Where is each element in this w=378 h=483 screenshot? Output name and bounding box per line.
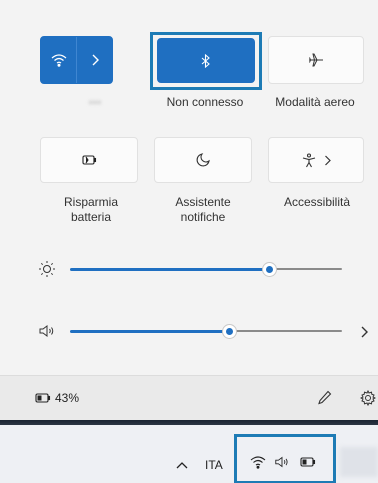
brightness-thumb[interactable] [262,262,277,277]
airplane-label: Modalità aereo [275,95,355,109]
battery-icon[interactable] [35,393,51,403]
volume-output-chevron-icon[interactable] [360,326,368,338]
airplane-icon [308,52,324,68]
accessibility-tile[interactable] [268,137,364,183]
volume-track-empty [230,330,342,332]
battery-saver-label: Risparmia batteria [63,195,118,224]
wifi-toggle[interactable] [41,37,76,83]
accessibility-icon [302,152,316,168]
wifi-icon [250,455,266,469]
clock-blurred[interactable] [340,447,378,477]
accessibility-label: Accessibilità [283,195,351,209]
system-tray-button[interactable] [244,451,328,475]
focus-assist-label: Assistente notifiche [175,195,231,224]
moon-icon [196,153,210,167]
brightness-track-filled [70,268,270,271]
chevron-right-icon [324,155,331,166]
battery-saver-tile[interactable] [40,137,138,183]
gear-icon[interactable] [360,390,376,406]
quick-settings-footer: 43% [0,375,378,420]
wifi-tile[interactable] [40,36,113,84]
volume-thumb[interactable] [222,324,237,339]
brightness-slider[interactable] [0,258,378,282]
airplane-tile[interactable] [268,36,364,84]
focus-assist-tile[interactable] [154,137,252,183]
speaker-icon[interactable] [38,322,56,340]
brightness-icon [38,260,56,278]
brightness-track-empty [270,268,342,270]
chevron-up-icon[interactable] [176,461,188,469]
volume-slider[interactable] [0,320,378,344]
battery-icon [300,457,316,467]
quick-settings-panel: ▪▪▪ Non connesso Modalità aereo Risparmi… [0,0,378,420]
bluetooth-tile[interactable] [157,38,255,83]
battery-percentage: 43% [55,391,80,405]
speaker-icon [274,454,290,470]
battery-saver-icon [81,155,97,165]
wifi-icon [51,53,67,67]
volume-track-filled [70,330,230,333]
taskbar: ITA [0,425,378,483]
input-language-indicator[interactable]: ITA [205,458,223,472]
bluetooth-icon [201,53,211,68]
bluetooth-label: Non connesso [166,95,244,109]
pencil-icon[interactable] [318,390,332,406]
wifi-expand-button[interactable] [76,37,112,83]
wifi-label: ▪▪▪ [88,95,102,109]
chevron-right-icon [91,54,99,66]
